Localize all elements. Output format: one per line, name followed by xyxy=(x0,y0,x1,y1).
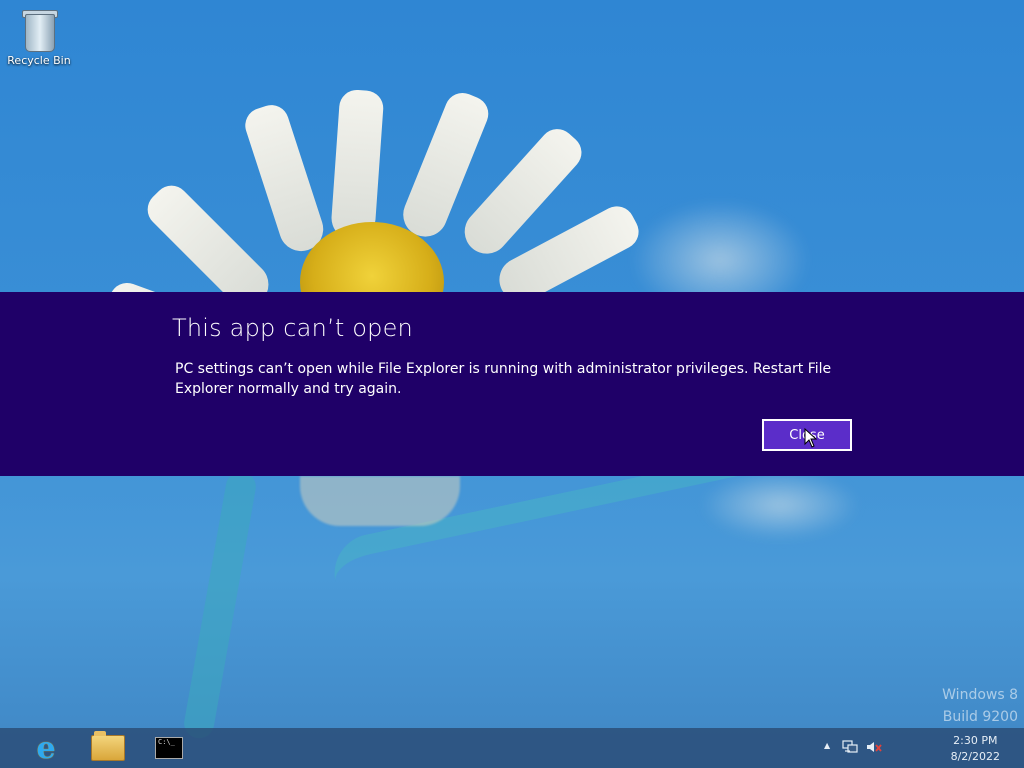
file-explorer-icon xyxy=(91,731,125,761)
taskbar-internet-explorer[interactable]: e xyxy=(24,730,68,766)
desktop-icon-label: Recycle Bin xyxy=(7,54,71,67)
system-tray: ▲ 2:30 PM 8/2/2022 xyxy=(824,728,1024,768)
os-watermark: Windows 8 Build 9200 xyxy=(942,684,1018,728)
clock-date: 8/2/2022 xyxy=(950,750,1000,763)
command-prompt-icon: C:\_ xyxy=(155,737,183,759)
network-icon[interactable] xyxy=(842,740,858,757)
wallpaper-petal xyxy=(330,88,385,242)
mouse-cursor-icon xyxy=(804,427,818,452)
watermark-os-name: Windows 8 xyxy=(942,687,1018,703)
wallpaper-stem xyxy=(181,469,259,741)
dialog-title: This app can’t open xyxy=(172,314,413,342)
volume-muted-icon[interactable] xyxy=(866,740,882,757)
recycle-bin-icon xyxy=(21,6,58,52)
wallpaper-flower-blur xyxy=(700,470,860,540)
taskbar: e C:\_ ▲ 2:30 PM 8/2/2022 xyxy=(0,728,1024,768)
error-dialog: This app can’t open PC settings can’t op… xyxy=(0,292,1024,476)
tray-clock[interactable]: 2:30 PM 8/2/2022 xyxy=(951,733,1000,765)
taskbar-file-explorer[interactable] xyxy=(86,730,130,766)
dialog-message: PC settings can’t open while File Explor… xyxy=(175,361,832,397)
watermark-build: Build 9200 xyxy=(942,709,1018,725)
internet-explorer-icon: e xyxy=(36,730,56,766)
wallpaper-petal xyxy=(240,100,329,257)
clock-time: 2:30 PM xyxy=(953,734,998,747)
show-hidden-icons-button[interactable]: ▲ xyxy=(824,741,830,750)
taskbar-command-prompt[interactable]: C:\_ xyxy=(147,730,191,766)
desktop-icon-recycle-bin[interactable]: Recycle Bin xyxy=(6,6,72,67)
wallpaper-petals xyxy=(300,476,460,526)
